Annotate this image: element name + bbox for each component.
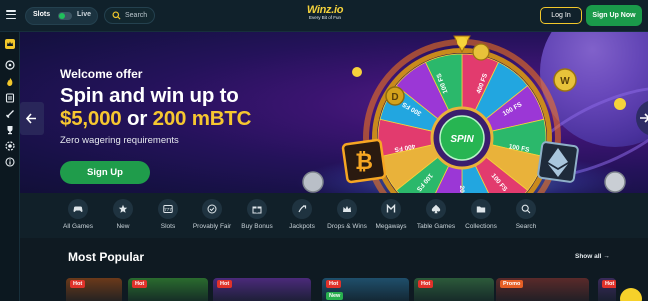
carousel-next-arrow[interactable] xyxy=(626,100,648,136)
category-icon-wrap xyxy=(292,199,312,219)
info-icon[interactable] xyxy=(5,157,15,167)
category-search[interactable]: Search xyxy=(500,199,552,230)
game-tile[interactable]: Hot New xyxy=(322,278,409,301)
game-badge: Promo xyxy=(500,280,524,288)
toggle-label-live: Live xyxy=(77,11,92,18)
logo-tagline: Every Bit of Fun xyxy=(308,15,341,20)
game-badge: Hot xyxy=(70,280,86,288)
crown-icon[interactable] xyxy=(5,39,15,49)
game-tile[interactable]: Hot xyxy=(598,278,616,301)
svg-text:777: 777 xyxy=(164,207,172,212)
fire-icon[interactable] xyxy=(5,77,15,87)
show-all-link[interactable]: Show all → xyxy=(575,253,610,260)
ethereum-cube-decoration xyxy=(537,141,579,183)
star-icon xyxy=(118,204,128,213)
category-icon-wrap xyxy=(113,199,133,219)
fortune-wheel-illustration: 400 FS100 FS100 FS100 FS200 FS100 FS400 … xyxy=(302,35,626,193)
signup-now-button[interactable]: Sign Up Now xyxy=(586,5,642,26)
game-badge: Hot xyxy=(326,280,342,288)
hero-bonus: 200 mBTC xyxy=(152,107,252,130)
category-label: Search xyxy=(515,223,537,230)
hero-headline-line1: Spin and win up to xyxy=(60,84,239,107)
slot-machine-icon: 777 xyxy=(163,205,173,213)
toggle-switch[interactable] xyxy=(58,12,72,20)
hero-signup-button[interactable]: Sign Up xyxy=(60,161,150,184)
wheel-center-label: SPIN xyxy=(450,134,474,145)
game-badge-new: New xyxy=(326,292,344,300)
hero-banner[interactable]: 400 FS100 FS100 FS100 FS200 FS100 FS400 … xyxy=(20,32,648,193)
casino-chip-icon[interactable] xyxy=(5,141,15,151)
game-tile[interactable]: Promo xyxy=(496,278,589,301)
category-icon-wrap xyxy=(68,199,88,219)
wheel-segment-label: 200 FS xyxy=(458,186,465,193)
svg-text:D: D xyxy=(391,92,398,103)
game-tile[interactable]: Hot xyxy=(414,278,494,301)
arrow-right-icon: → xyxy=(603,253,610,260)
jackpot-icon xyxy=(298,205,307,213)
search-button[interactable]: Search xyxy=(104,7,155,24)
sidebar xyxy=(0,32,20,301)
spade-icon xyxy=(431,204,441,214)
megaways-icon xyxy=(386,204,396,213)
game-tile[interactable]: Hot xyxy=(128,278,208,301)
check-circle-icon xyxy=(207,204,217,214)
category-bar: All Games New 777 Slots Provably Fair Buy Bon… xyxy=(20,193,648,238)
hero-eyebrow: Welcome offer xyxy=(60,67,143,81)
hero-amount: $5,000 xyxy=(60,107,122,130)
login-button[interactable]: Log In xyxy=(540,7,582,24)
crown-icon xyxy=(343,206,351,212)
svg-text:₿: ₿ xyxy=(355,149,373,174)
bitcoin-cube-decoration: ₿ xyxy=(341,138,387,184)
gift-icon xyxy=(252,206,262,214)
category-icon-wrap xyxy=(516,199,536,219)
game-badge: Hot xyxy=(602,280,616,288)
toggle-label-slots: Slots xyxy=(33,11,51,18)
folder-icon xyxy=(476,206,486,213)
game-tile[interactable]: Hot xyxy=(213,278,311,301)
search-icon xyxy=(112,11,121,20)
game-tile[interactable]: Hot xyxy=(66,278,122,301)
category-icon-wrap xyxy=(202,199,222,219)
carousel-prev-arrow[interactable] xyxy=(20,102,44,135)
search-icon xyxy=(521,204,531,214)
category-icon-wrap: 777 xyxy=(158,199,178,219)
section-title-most-popular: Most Popular xyxy=(68,250,145,264)
slots-live-toggle[interactable]: Slots Live xyxy=(25,7,98,25)
gamepad-icon xyxy=(73,206,83,212)
show-all-label: Show all xyxy=(575,253,602,260)
slot-icon[interactable] xyxy=(5,93,15,103)
dice-icon[interactable] xyxy=(5,60,15,70)
trophy-icon[interactable] xyxy=(5,125,15,135)
hero-connector: or xyxy=(127,107,148,130)
svg-text:W: W xyxy=(560,76,570,87)
game-badge: Hot xyxy=(132,280,148,288)
category-icon-wrap xyxy=(471,199,491,219)
hero-subtitle: Zero wagering requirements xyxy=(60,135,179,146)
game-badge: Hot xyxy=(217,280,233,288)
sword-icon[interactable] xyxy=(5,109,15,119)
category-icon-wrap xyxy=(337,199,357,219)
category-icon-wrap xyxy=(247,199,267,219)
category-icon-wrap xyxy=(381,199,401,219)
chat-support-button[interactable] xyxy=(620,288,642,301)
search-label: Search xyxy=(125,12,148,19)
menu-icon[interactable] xyxy=(6,10,16,20)
site-logo[interactable]: Winz.io Every Bit of Fun xyxy=(303,4,347,20)
category-icon-wrap xyxy=(426,199,446,219)
game-badge: Hot xyxy=(418,280,434,288)
hero-headline-line2: $5,000 or 200 mBTC xyxy=(60,107,251,131)
top-bar: Slots Live Search Winz.io Every Bit of F… xyxy=(0,0,648,32)
